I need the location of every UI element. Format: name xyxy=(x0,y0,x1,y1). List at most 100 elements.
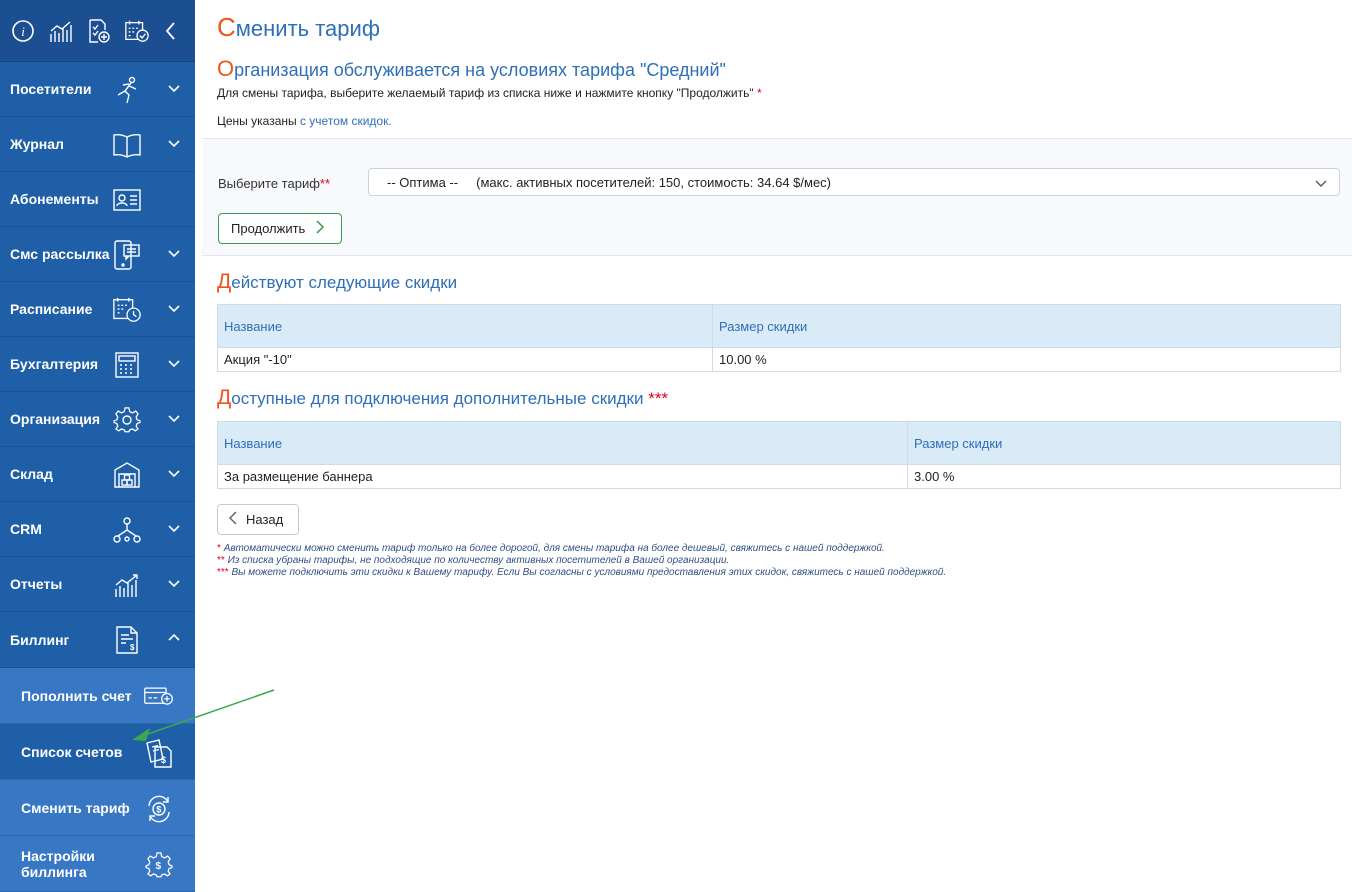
discounts-title: Действуют следующие скидки xyxy=(217,270,457,294)
tariff-form: Выберите тариф** -- Оптима -- (макс. акт… xyxy=(202,138,1352,256)
chevron-right-icon xyxy=(315,219,325,238)
title-capital: С xyxy=(217,12,236,42)
tariff-select-value: -- Оптима -- (макс. активных посетителей… xyxy=(387,175,832,190)
calculator-icon xyxy=(112,350,142,380)
continue-label: Продолжить xyxy=(231,221,306,236)
footnote-text: Из списка убраны тарифы, не подходящие п… xyxy=(227,555,730,566)
chevron-down-icon xyxy=(1315,177,1327,187)
extra-discounts-title: Доступные для подключения дополнительные… xyxy=(217,386,668,410)
chevron-down-icon[interactable] xyxy=(167,411,183,427)
footnotes: * Автоматически можно сменить тариф толь… xyxy=(217,543,946,579)
discount-size: 3.00 % xyxy=(907,464,1341,489)
table-header: Название Размер скидки xyxy=(217,304,1341,348)
gear-dollar-icon: $ xyxy=(143,849,175,881)
chevron-down-icon[interactable] xyxy=(167,521,183,537)
sidebar-item-visitors[interactable]: Посетители xyxy=(0,62,195,117)
extra-discounts-table: Название Размер скидки За размещение бан… xyxy=(217,421,1341,489)
id-card-icon xyxy=(112,185,142,215)
tariff-label: Выберите тариф** xyxy=(218,176,330,191)
runner-icon xyxy=(112,75,142,105)
sidebar-item-label: Смс рассылка xyxy=(10,246,110,262)
sidebar-menu: Посетители Журнал Абонементы Смс рассылк… xyxy=(0,62,195,668)
sidebar-item-subscriptions[interactable]: Абонементы xyxy=(0,172,195,227)
sidebar-item-label: Сменить тариф xyxy=(21,799,130,816)
sidebar-item-organization[interactable]: Организация xyxy=(0,392,195,447)
discounts-title-text: ействуют следующие скидки xyxy=(231,273,458,292)
info-icon[interactable]: i xyxy=(10,18,36,44)
task-add-icon[interactable] xyxy=(86,18,112,44)
chevron-down-icon[interactable] xyxy=(167,466,183,482)
network-icon xyxy=(112,515,142,545)
sidebar-item-journal[interactable]: Журнал xyxy=(0,117,195,172)
svg-text:$: $ xyxy=(161,755,166,765)
calendar-check-icon[interactable] xyxy=(124,18,150,44)
extra-discounts-title-text: оступные для подключения дополнительные … xyxy=(231,389,644,408)
footnote-text: Автоматически можно сменить тариф только… xyxy=(223,543,885,554)
sidebar-item-accounting[interactable]: Бухгалтерия xyxy=(0,337,195,392)
sidebar-item-warehouse[interactable]: Склад xyxy=(0,447,195,502)
tariff-label-text: Выберите тариф xyxy=(218,176,320,191)
chevron-down-icon[interactable] xyxy=(167,246,183,262)
table-header: Название Размер скидки xyxy=(217,421,1341,465)
extra-discounts-title-capital: Д xyxy=(217,386,232,409)
sidebar-item-label: Список счетов xyxy=(21,743,123,760)
discount-size: 10.00 % xyxy=(712,347,1341,372)
title-text: менить тариф xyxy=(235,16,380,41)
warehouse-icon xyxy=(112,460,142,490)
prices-note-prefix: Цены указаны xyxy=(217,114,297,128)
svg-text:$: $ xyxy=(156,861,162,872)
tariff-label-star: ** xyxy=(319,176,331,191)
chevron-up-icon[interactable] xyxy=(167,631,183,647)
chevron-down-icon[interactable] xyxy=(167,81,183,97)
chevron-down-icon[interactable] xyxy=(167,301,183,317)
current-tariff-title: Организация обслуживается на условиях та… xyxy=(217,56,726,82)
gear-icon xyxy=(112,405,142,435)
continue-button[interactable]: Продолжить xyxy=(218,213,342,244)
sidebar-item-label: Организация xyxy=(10,411,101,427)
sidebar-item-label: CRM xyxy=(10,521,42,537)
chevron-left-icon xyxy=(228,510,238,529)
sidebar-item-reports[interactable]: Отчеты xyxy=(0,557,195,612)
sidebar-item-label: Настройки биллинга xyxy=(21,847,95,880)
sidebar-item-change-tariff[interactable]: Сменить тариф $ xyxy=(0,780,195,836)
phone-message-icon xyxy=(112,240,142,270)
sidebar-item-label: Посетители xyxy=(10,81,92,97)
back-button[interactable]: Назад xyxy=(217,504,299,535)
sidebar-item-invoice-list[interactable]: Список счетов $ xyxy=(0,724,195,780)
discounts-table: Название Размер скидки Акция "-10" 10.00… xyxy=(217,304,1341,372)
column-header-discount: Размер скидки xyxy=(907,421,1341,465)
sidebar-item-billing[interactable]: Биллинг $ xyxy=(0,612,195,668)
chevron-down-icon[interactable] xyxy=(167,576,183,592)
svg-text:$: $ xyxy=(130,643,135,652)
svg-text:i: i xyxy=(21,24,25,39)
discount-name: Акция "-10" xyxy=(217,347,713,372)
instructions-text: Для смены тарифа, выберите желаемый тари… xyxy=(217,86,762,100)
invoice-icon: $ xyxy=(112,625,142,655)
sidebar-item-crm[interactable]: CRM xyxy=(0,502,195,557)
footnote-star: *** xyxy=(217,567,229,578)
svg-text:$: $ xyxy=(156,805,161,815)
card-plus-icon xyxy=(143,681,175,713)
sidebar-item-schedule[interactable]: Расписание xyxy=(0,282,195,337)
tariff-select[interactable]: -- Оптима -- (макс. активных посетителей… xyxy=(368,168,1340,196)
sidebar-item-billing-settings[interactable]: Настройки биллинга $ xyxy=(0,836,195,892)
prices-note: Цены указаны с учетом скидок. xyxy=(217,114,392,128)
subtitle-capital: О xyxy=(217,56,235,81)
stats-icon[interactable] xyxy=(48,18,74,44)
sidebar-item-label: Абонементы xyxy=(10,191,99,207)
sidebar-item-label: Отчеты xyxy=(10,576,63,592)
collapse-sidebar-icon[interactable] xyxy=(164,18,178,44)
instructions-star: * xyxy=(757,86,762,100)
discounts-link[interactable]: с учетом скидок. xyxy=(300,114,392,128)
footnote-star: ** xyxy=(217,555,225,566)
footnote-text: Вы можете подключить эти скидки к Вашему… xyxy=(231,567,947,578)
sidebar-item-top-up[interactable]: Пополнить счет xyxy=(0,668,195,724)
sidebar-item-sms[interactable]: Смс рассылка xyxy=(0,227,195,282)
page-title: Сменить тариф xyxy=(217,12,380,43)
discounts-title-capital: Д xyxy=(217,270,232,293)
chevron-down-icon[interactable] xyxy=(167,356,183,372)
billing-submenu: Пополнить счет Список счетов $ Сменить т… xyxy=(0,668,195,892)
book-icon xyxy=(112,130,142,160)
invoices-list-icon: $ xyxy=(143,737,175,769)
chevron-down-icon[interactable] xyxy=(167,136,183,152)
